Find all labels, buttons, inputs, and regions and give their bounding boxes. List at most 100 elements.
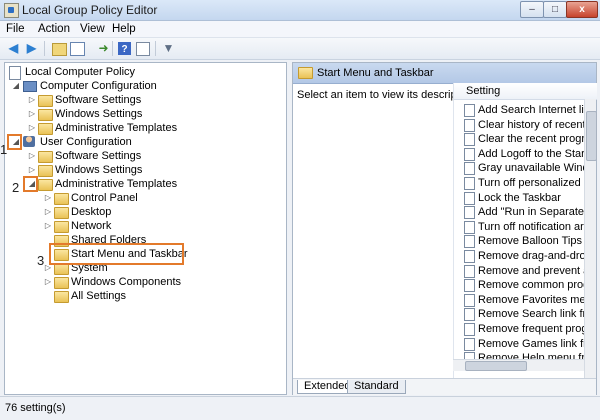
policy-setting-icon bbox=[464, 147, 475, 161]
toolbar-separator bbox=[112, 41, 113, 56]
export-list-icon[interactable]: ➜ bbox=[96, 41, 111, 56]
folder-icon bbox=[38, 95, 53, 107]
tree-item-administrative-templates[interactable]: ▷ Administrative Templates bbox=[5, 121, 275, 135]
collapsed-arrow-icon[interactable]: ▷ bbox=[43, 205, 53, 219]
menu-action[interactable]: Action bbox=[38, 23, 70, 35]
setting-label: Remove Favorites menu f bbox=[478, 293, 584, 306]
show-hide-tree-icon[interactable] bbox=[70, 42, 85, 56]
tree-item-control-panel[interactable]: ▷ Control Panel bbox=[5, 191, 275, 205]
minimize-button[interactable]: – bbox=[520, 1, 544, 18]
title-bar: Local Group Policy Editor – □ x bbox=[0, 0, 600, 21]
tree-item-computer-configuration[interactable]: ◢ Computer Configuration bbox=[5, 79, 275, 93]
policy-setting-icon bbox=[464, 293, 475, 307]
scrollbar-thumb[interactable] bbox=[465, 361, 527, 371]
setting-row[interactable]: Turn off personalized me bbox=[464, 176, 584, 190]
vertical-scrollbar[interactable] bbox=[584, 99, 597, 379]
setting-label: Add "Run in Separate Me bbox=[478, 206, 584, 219]
setting-row[interactable]: Remove Games link from bbox=[464, 337, 584, 351]
setting-row[interactable]: Clear the recent program bbox=[464, 132, 584, 147]
setting-row[interactable]: Gray unavailable Window bbox=[464, 161, 584, 176]
collapsed-arrow-icon[interactable]: ▷ bbox=[43, 219, 53, 233]
setting-row[interactable]: Remove and prevent acce bbox=[464, 264, 584, 278]
collapsed-arrow-icon[interactable]: ▷ bbox=[43, 275, 53, 289]
policy-setting-icon bbox=[464, 250, 475, 263]
folder-icon bbox=[54, 193, 69, 205]
collapsed-arrow-icon[interactable]: ▷ bbox=[27, 149, 37, 163]
setting-row[interactable]: Add "Run in Separate Me bbox=[464, 205, 584, 220]
setting-label: Add Search Internet link t bbox=[478, 104, 584, 116]
back-arrow-icon[interactable]: ◀ bbox=[6, 41, 21, 56]
filter-icon[interactable]: ▼ bbox=[161, 41, 176, 56]
setting-row[interactable]: Add Logoff to the Start M bbox=[464, 147, 584, 161]
tree-item-user-configuration[interactable]: ◢ User Configuration bbox=[5, 135, 275, 149]
setting-label: Remove Balloon Tips on S bbox=[478, 235, 584, 248]
collapsed-arrow-icon[interactable]: ▷ bbox=[27, 121, 37, 135]
policy-setting-icon bbox=[464, 308, 475, 322]
menu-file[interactable]: File bbox=[6, 23, 25, 35]
tree-item-software-settings[interactable]: ▷ Software Settings bbox=[5, 93, 275, 107]
setting-row[interactable]: Remove drag-and-drop a bbox=[464, 249, 584, 263]
menu-help[interactable]: Help bbox=[112, 23, 136, 35]
setting-row[interactable]: Remove common progra bbox=[464, 278, 584, 293]
tree-item-administrative-templates[interactable]: ◢ Administrative Templates bbox=[5, 177, 275, 191]
close-button[interactable]: x bbox=[566, 1, 598, 18]
help-icon[interactable]: ? bbox=[118, 42, 131, 55]
tree-item-network[interactable]: ▷ Network bbox=[5, 219, 275, 233]
up-folder-icon[interactable] bbox=[52, 43, 67, 56]
setting-label: Remove Search link from bbox=[478, 308, 584, 321]
policy-setting-icon bbox=[464, 162, 475, 176]
folder-icon bbox=[298, 67, 313, 79]
annotation-marker-3: 3 bbox=[37, 253, 45, 268]
scrollbar-thumb[interactable] bbox=[586, 111, 597, 161]
setting-row[interactable]: Add Search Internet link t bbox=[464, 103, 584, 117]
horizontal-scrollbar[interactable] bbox=[453, 359, 584, 371]
setting-label: Remove frequent prograr bbox=[478, 323, 584, 335]
tab-standard[interactable]: Standard bbox=[347, 380, 406, 394]
setting-label: Remove Games link from bbox=[478, 337, 584, 350]
folder-icon bbox=[54, 221, 69, 233]
user-icon bbox=[23, 136, 35, 147]
collapsed-arrow-icon[interactable]: ▷ bbox=[43, 191, 53, 205]
policy-setting-icon bbox=[464, 337, 475, 351]
details-pane: Start Menu and Taskbar Select an item to… bbox=[292, 62, 597, 395]
tree-item-local-computer-policy[interactable]: Local Computer Policy bbox=[5, 65, 275, 80]
setting-row[interactable]: Remove Search link from bbox=[464, 307, 584, 322]
setting-row[interactable]: Remove frequent prograr bbox=[464, 322, 584, 336]
setting-column-header[interactable]: Setting bbox=[454, 83, 597, 100]
collapsed-arrow-icon[interactable]: ▷ bbox=[27, 107, 37, 121]
collapsed-arrow-icon[interactable]: ▷ bbox=[27, 93, 37, 107]
maximize-button[interactable]: □ bbox=[543, 1, 567, 18]
policy-setting-icon bbox=[464, 118, 475, 132]
setting-label: Gray unavailable Window bbox=[478, 162, 584, 175]
policy-setting-icon bbox=[464, 279, 475, 293]
document-icon bbox=[9, 66, 21, 80]
setting-row[interactable]: Remove Favorites menu f bbox=[464, 293, 584, 307]
setting-row[interactable]: Turn off notification area bbox=[464, 220, 584, 234]
description-message: Select an item to view its description. bbox=[297, 89, 478, 101]
policy-setting-icon bbox=[464, 206, 475, 220]
expanded-arrow-icon[interactable]: ◢ bbox=[11, 79, 21, 93]
tree-item-software-settings[interactable]: ▷ Software Settings bbox=[5, 149, 275, 163]
group-policy-app-icon bbox=[4, 3, 19, 18]
setting-row[interactable]: Clear history of recently c bbox=[464, 118, 584, 132]
collapsed-arrow-icon[interactable]: ▷ bbox=[27, 163, 37, 177]
annotation-box-2 bbox=[23, 176, 38, 192]
toolbar-separator bbox=[44, 41, 45, 56]
setting-row[interactable]: Lock the Taskbar bbox=[464, 191, 584, 205]
window-title: Local Group Policy Editor bbox=[22, 3, 158, 17]
setting-label: Turn off personalized me bbox=[478, 177, 584, 189]
details-title: Start Menu and Taskbar bbox=[317, 67, 434, 79]
menu-view[interactable]: View bbox=[80, 23, 105, 35]
tree-item-desktop[interactable]: ▷ Desktop bbox=[5, 205, 275, 219]
setting-label: Clear history of recently c bbox=[478, 118, 584, 131]
folder-icon bbox=[38, 123, 53, 135]
forward-arrow-icon[interactable]: ▶ bbox=[24, 41, 39, 56]
tree-item-windows-settings[interactable]: ▷ Windows Settings bbox=[5, 163, 275, 177]
properties-icon[interactable] bbox=[136, 42, 150, 56]
tree-item-windows-components[interactable]: ▷ Windows Components bbox=[5, 275, 275, 289]
setting-row[interactable]: Remove Balloon Tips on S bbox=[464, 234, 584, 249]
settings-count: 76 setting(s) bbox=[5, 402, 66, 414]
tree-item-all-settings[interactable]: All Settings bbox=[5, 289, 275, 303]
annotation-box-3 bbox=[49, 243, 184, 265]
tree-item-windows-settings[interactable]: ▷ Windows Settings bbox=[5, 107, 275, 121]
